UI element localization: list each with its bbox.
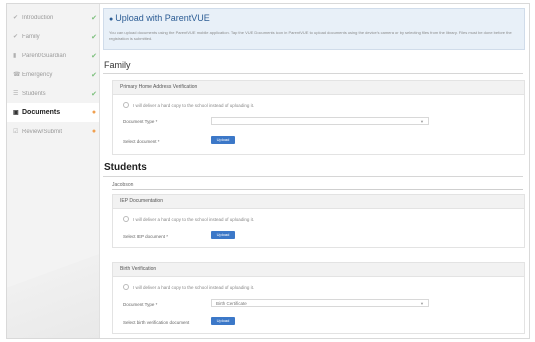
panel-title: Birth Verification [113, 263, 524, 277]
address-verification-panel: Primary Home Address Verification I will… [112, 80, 525, 155]
status-complete-icon: ✔ [91, 52, 97, 60]
students-divider [103, 176, 523, 177]
checkbox-label: I will deliver a hard copy to the school… [133, 216, 255, 222]
sidebar-item-review-submit[interactable]: ☑ Review/Submit ● [7, 122, 99, 141]
student-tab[interactable]: Jacobson [112, 182, 133, 188]
status-pending-icon: ● [91, 128, 97, 135]
family-divider [103, 73, 523, 74]
checkbox-box[interactable] [123, 284, 129, 290]
chevron-down-icon: ▼ [420, 119, 424, 124]
status-complete-icon: ✔ [91, 14, 97, 22]
iep-documentation-panel: IEP Documentation I will deliver a hard … [112, 194, 525, 248]
banner-title: ● Upload with ParentVUE [109, 13, 210, 23]
document-type-select[interactable]: ▼ [211, 117, 429, 125]
sidebar-item-family[interactable]: ✔ Family ✔ [7, 27, 99, 46]
banner-title-text: Upload with ParentVUE [115, 13, 210, 23]
upload-info-banner: ● Upload with ParentVUE You can upload do… [103, 8, 525, 50]
sidebar-item-emergency[interactable]: ☎ Emergency ✔ [7, 65, 99, 84]
sidebar-item-label: Parent/Guardian [22, 52, 67, 59]
sidebar-item-label: Emergency [22, 71, 53, 78]
status-complete-icon: ✔ [91, 71, 97, 79]
sidebar-item-students[interactable]: ☰ Students ✔ [7, 84, 99, 103]
birth-verification-panel: Birth Verification I will deliver a hard… [112, 262, 525, 334]
checkbox-box[interactable] [123, 216, 129, 222]
checkbox-box[interactable] [123, 102, 129, 108]
banner-text: You can upload documents using the Paren… [109, 30, 512, 41]
review-icon: ☑ [13, 129, 19, 135]
panel-title: IEP Documentation [113, 195, 524, 209]
birth-document-type-value: Birth Certificate [216, 301, 247, 306]
birth-upload-button[interactable]: Upload [211, 317, 235, 325]
registration-window: ✔ Introduction ✔ ✔ Family ✔ ▮ Parent/Gua… [6, 3, 530, 339]
chevron-down-icon: ▼ [420, 301, 424, 306]
select-iep-label: Select IEP document * [123, 234, 168, 239]
sidebar-item-label: Family [22, 33, 40, 40]
checkbox-label: I will deliver a hard copy to the school… [133, 284, 255, 290]
main-content: ● Upload with ParentVUE You can upload do… [100, 4, 529, 338]
sidebar-item-introduction[interactable]: ✔ Introduction ✔ [7, 8, 99, 27]
hard-copy-checkbox[interactable]: I will deliver a hard copy to the school… [123, 102, 254, 108]
sidebar-item-documents[interactable]: ▣ Documents ● [7, 103, 99, 122]
documents-icon: ▣ [13, 110, 19, 116]
phone-icon: ☎ [13, 72, 21, 78]
students-heading: Students [104, 162, 147, 173]
sidebar-decoration [7, 254, 99, 338]
sidebar-nav: ✔ Introduction ✔ ✔ Family ✔ ▮ Parent/Gua… [7, 4, 100, 338]
sidebar-item-label: Review/Submit [22, 128, 63, 135]
upload-button[interactable]: Upload [211, 136, 235, 144]
sidebar-item-label: Documents [22, 109, 61, 116]
status-complete-icon: ✔ [91, 90, 97, 98]
status-pending-icon: ● [91, 109, 97, 116]
birth-hard-copy-checkbox[interactable]: I will deliver a hard copy to the school… [123, 284, 254, 290]
birth-document-type-label: Document Type * [123, 302, 158, 307]
student-tab-underline [112, 189, 523, 190]
person-icon: ▮ [13, 53, 17, 59]
family-heading: Family [104, 60, 131, 70]
panel-title: Primary Home Address Verification [113, 81, 524, 95]
sidebar-item-label: Students [22, 90, 46, 97]
document-type-label: Document Type * [123, 119, 158, 124]
iep-hard-copy-checkbox[interactable]: I will deliver a hard copy to the school… [123, 216, 254, 222]
birth-document-type-select[interactable]: Birth Certificate ▼ [211, 299, 429, 307]
students-icon: ☰ [13, 91, 19, 97]
iep-upload-button[interactable]: Upload [211, 231, 235, 239]
status-complete-icon: ✔ [91, 33, 97, 41]
sidebar-item-label: Introduction [22, 14, 54, 21]
select-birth-document-label: Select birth verification document [123, 320, 190, 325]
checkmark-icon: ✔ [13, 15, 19, 21]
select-document-label: Select document * [123, 139, 160, 144]
checkbox-label: I will deliver a hard copy to the school… [133, 102, 255, 108]
sidebar-item-parent-guardian[interactable]: ▮ Parent/Guardian ✔ [7, 46, 99, 65]
family-icon: ✔ [13, 34, 19, 40]
info-icon: ● [109, 16, 114, 23]
